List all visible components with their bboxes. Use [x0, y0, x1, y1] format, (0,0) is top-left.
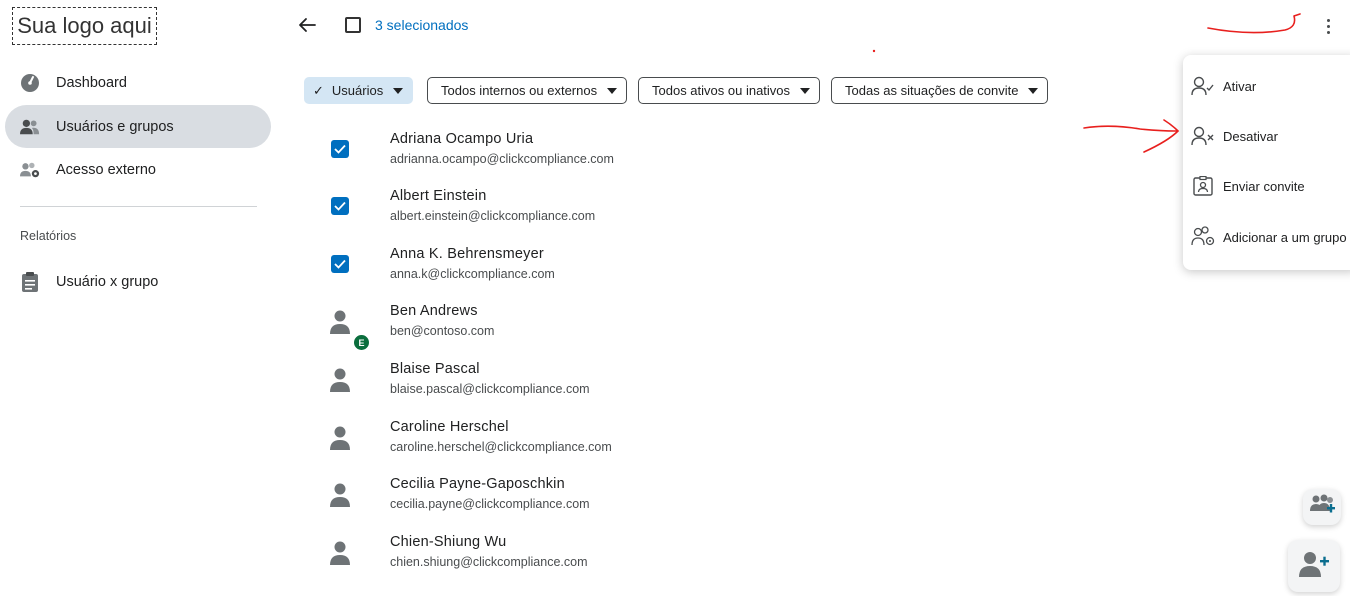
sidebar-item-users-groups[interactable]: Usuários e grupos: [5, 105, 271, 148]
list-item[interactable]: Albert Einstein albert.einstein@clickcom…: [320, 188, 1080, 244]
user-email: caroline.herschel@clickcompliance.com: [390, 440, 612, 454]
sidebar-item-label: Acesso externo: [56, 161, 156, 178]
menu-item-add-to-group[interactable]: Adicionar a um grupo: [1183, 217, 1350, 257]
selected-count: 3 selecionados: [375, 17, 469, 33]
sidebar-item-user-group-report[interactable]: Usuário x grupo: [5, 260, 271, 303]
logo: Sua logo aqui: [12, 7, 157, 45]
user-name: Anna K. Behrensmeyer: [390, 246, 544, 262]
filter-invite-status[interactable]: Todas as situações de convite: [831, 77, 1049, 104]
list-item[interactable]: Caroline Herschel caroline.herschel@clic…: [320, 419, 1080, 475]
add-group-icon: [1308, 493, 1336, 522]
user-email: adrianna.ocampo@clickcompliance.com: [390, 152, 614, 166]
filter-active-inactive[interactable]: Todos ativos ou inativos: [638, 77, 821, 104]
sidebar-item-label: Usuários e grupos: [56, 118, 174, 135]
back-arrow-icon[interactable]: [296, 14, 318, 36]
list-item[interactable]: E Ben Andrews ben@contoso.com: [320, 303, 1080, 359]
row-checkbox-checked[interactable]: [331, 140, 349, 158]
caret-down-icon: [393, 87, 404, 94]
user-avatar-icon: [328, 425, 352, 451]
user-email: chien.shiung@clickcompliance.com: [390, 555, 588, 569]
user-email: blaise.pascal@clickcompliance.com: [390, 382, 590, 396]
user-name: Adriana Ocampo Uria: [390, 131, 534, 147]
annotation-arrow-icon: [1083, 119, 1180, 153]
clipboard-icon: [20, 271, 40, 292]
menu-item-activate[interactable]: Ativar: [1183, 66, 1350, 106]
add-user-button[interactable]: [1288, 540, 1340, 592]
user-avatar-icon: [328, 482, 352, 508]
user-name: Caroline Herschel: [390, 419, 509, 435]
user-name: Cecilia Payne-Gaposchkin: [390, 476, 565, 492]
menu-item-deactivate[interactable]: Desativar: [1183, 116, 1350, 156]
add-user-icon: [1298, 550, 1330, 583]
menu-item-send-invite[interactable]: Enviar convite: [1183, 166, 1350, 206]
users-gear-icon: [1191, 226, 1215, 248]
menu-item-label: Adicionar a um grupo: [1223, 229, 1347, 245]
select-all-checkbox[interactable]: [345, 17, 361, 33]
external-users-icon: [20, 160, 40, 180]
user-name: Blaise Pascal: [390, 361, 480, 377]
menu-item-label: Desativar: [1223, 128, 1278, 144]
menu-item-label: Ativar: [1223, 78, 1257, 94]
caret-down-icon: [607, 87, 618, 94]
list-item[interactable]: Chien-Shiung Wu chien.shiung@clickcompli…: [320, 534, 1080, 590]
user-email: cecilia.payne@clickcompliance.com: [390, 497, 590, 511]
list-item[interactable]: Adriana Ocampo Uria adrianna.ocampo@clic…: [320, 131, 1080, 187]
user-check-icon: [1191, 75, 1215, 97]
logo-text: Sua logo aqui: [17, 13, 152, 38]
annotation-arrow-icon: [1207, 13, 1301, 34]
check-icon: ✓: [313, 82, 324, 98]
user-email: anna.k@clickcompliance.com: [390, 267, 555, 281]
user-avatar-icon: [328, 309, 352, 335]
sidebar-item-external-access[interactable]: Acesso externo: [5, 148, 271, 191]
sidebar-item-label: Dashboard: [56, 74, 127, 91]
filter-internal-external[interactable]: Todos internos ou externos: [427, 77, 628, 104]
id-card-icon: [1191, 175, 1215, 197]
user-name: Albert Einstein: [390, 188, 487, 204]
user-name: Ben Andrews: [390, 303, 478, 319]
row-checkbox-checked[interactable]: [331, 255, 349, 273]
gauge-icon: [20, 73, 40, 93]
users-icon: [20, 117, 40, 137]
list-item[interactable]: Blaise Pascal blaise.pascal@clickcomplia…: [320, 361, 1080, 417]
add-group-button[interactable]: [1303, 489, 1341, 525]
user-email: ben@contoso.com: [390, 324, 495, 338]
more-options-icon[interactable]: [1318, 14, 1338, 38]
user-email: albert.einstein@clickcompliance.com: [390, 209, 596, 223]
sidebar-item-dashboard[interactable]: Dashboard: [5, 61, 271, 104]
user-avatar-icon: [328, 367, 352, 393]
sidebar-item-label: Usuário x grupo: [56, 273, 159, 290]
row-checkbox-checked[interactable]: [331, 197, 349, 215]
external-badge: E: [354, 335, 369, 350]
filter-label: Usuários: [331, 83, 384, 98]
user-name: Chien-Shiung Wu: [390, 534, 507, 550]
filter-label: Todos ativos ou inativos: [652, 83, 791, 98]
menu-item-label: Enviar convite: [1223, 178, 1305, 194]
caret-down-icon: [1028, 87, 1039, 94]
list-item[interactable]: Cecilia Payne-Gaposchkin cecilia.payne@c…: [320, 476, 1080, 532]
filter-label: Todas as situações de convite: [845, 83, 1019, 98]
reports-section-label: Relatórios: [20, 229, 77, 243]
annotation-dot-icon: [872, 49, 876, 53]
filter-users[interactable]: ✓ Usuários: [304, 77, 414, 104]
list-item[interactable]: Anna K. Behrensmeyer anna.k@clickcomplia…: [320, 246, 1080, 302]
user-x-icon: [1191, 125, 1215, 147]
filter-label: Todos internos ou externos: [441, 83, 598, 98]
user-avatar-icon: [328, 540, 352, 566]
caret-down-icon: [800, 87, 811, 94]
app-root: Sua logo aqui Dashboard Usuários e grupo…: [0, 0, 1350, 596]
sidebar-divider: [20, 206, 257, 207]
actions-menu: Ativar Desativar Enviar convite Adiciona…: [1183, 55, 1350, 270]
